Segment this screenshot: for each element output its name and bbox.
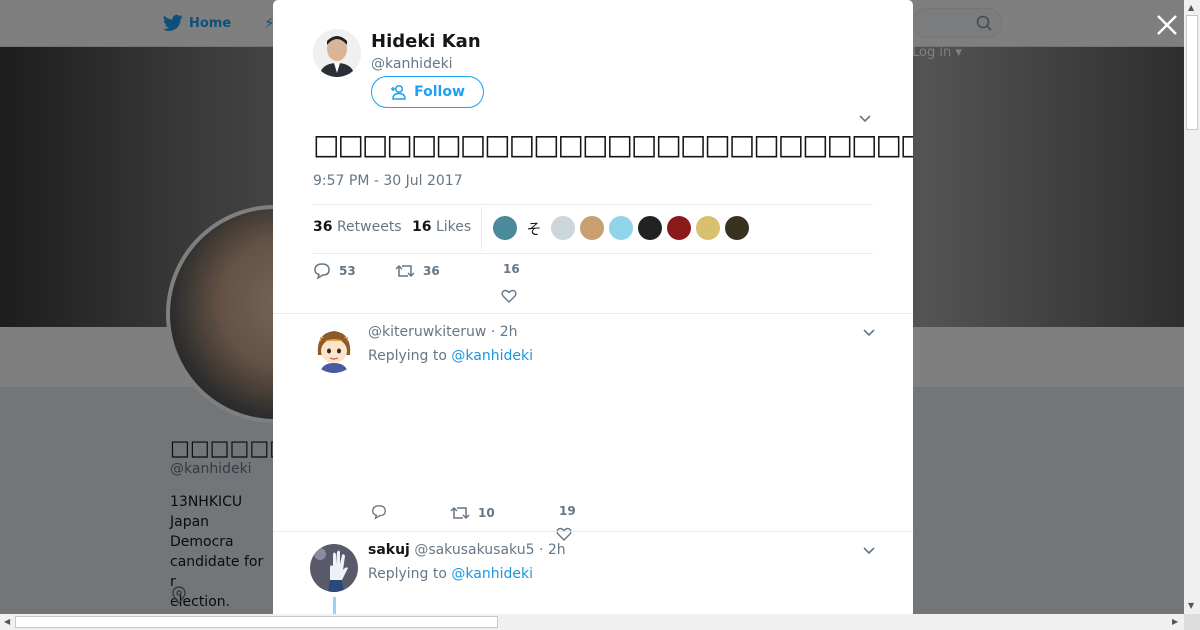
replying-to-link[interactable]: @kanhideki [451, 348, 533, 364]
retweet-button[interactable]: 10 [450, 504, 495, 522]
liker-glyph: そ [526, 219, 542, 238]
likes-stat[interactable]: 16 Likes [412, 219, 471, 235]
hand-photo-icon [310, 544, 358, 592]
likes-count: 16 [412, 219, 432, 235]
liker-avatar-5-icon[interactable] [609, 216, 633, 240]
liker-avatar-1-icon[interactable] [493, 216, 517, 240]
retweets-stat[interactable]: 36 Retweets [313, 219, 402, 235]
like-button[interactable]: 19 [559, 504, 576, 518]
author-avatar[interactable] [313, 29, 361, 77]
scroll-right-icon[interactable]: ▶ [1172, 617, 1178, 626]
retweet-button[interactable]: 36 [395, 262, 440, 280]
author-handle[interactable]: @kanhideki [371, 56, 453, 72]
like-count: 16 [503, 262, 520, 276]
reply-handle[interactable]: @kiteruwkiteruw [368, 324, 486, 340]
vertical-scrollbar[interactable]: ▲ ▼ [1184, 0, 1200, 614]
reply-handle[interactable]: @sakusakusaku5 [414, 542, 534, 558]
reply-tweet[interactable]: @kiteruwkiteruw · 2h Replying to @kanhid… [273, 314, 913, 541]
reply-icon [372, 505, 386, 520]
reply-count: 53 [339, 264, 356, 278]
tweet-stats: 36 Retweets 16 Likes そ [313, 204, 873, 254]
reply-tweet[interactable]: sakuj @sakusakusaku5 · 2h Replying to @k… [273, 532, 913, 614]
replying-prefix: Replying to [368, 348, 447, 364]
like-count: 19 [559, 504, 576, 518]
stats-divider [481, 207, 482, 251]
anime-avatar-icon [310, 325, 358, 373]
likers-list: そ [493, 216, 749, 240]
scroll-left-icon[interactable]: ◀ [4, 617, 10, 626]
retweets-count: 36 [313, 219, 333, 235]
horizontal-scrollbar[interactable]: ◀ ▶ [0, 614, 1184, 630]
follow-button[interactable]: Follow [371, 76, 484, 108]
retweet-icon [395, 264, 415, 278]
reply-avatar[interactable] [310, 544, 358, 592]
reply-time[interactable]: · 2h [539, 542, 566, 558]
author-photo-icon [313, 29, 361, 77]
replying-prefix: Replying to [368, 566, 447, 582]
reply-name[interactable]: sakuj [368, 542, 410, 558]
scroll-up-icon[interactable]: ▲ [1188, 3, 1194, 12]
chevron-down-icon[interactable] [857, 110, 873, 126]
tweet-text: □□□□□□□□□□□□□□□□□□□□□□□□□□□□□□□□□□□□□□□□… [313, 128, 913, 161]
chevron-down-icon[interactable] [861, 542, 877, 558]
reply-header: @kiteruwkiteruw · 2h [368, 324, 518, 340]
liker-avatar-2-icon[interactable]: そ [522, 216, 546, 240]
replying-to: Replying to @kanhideki [368, 348, 533, 364]
retweet-count: 10 [478, 506, 495, 520]
reply-button[interactable] [371, 504, 395, 520]
chevron-down-icon[interactable] [861, 324, 877, 340]
reply-icon [314, 263, 330, 280]
tweet-actions: 53 36 16 [313, 262, 873, 304]
reply-avatar[interactable] [310, 325, 358, 373]
reply-header: sakuj @sakusakusaku5 · 2h [368, 542, 566, 558]
replying-to: Replying to @kanhideki [368, 566, 533, 582]
scroll-down-icon[interactable]: ▼ [1188, 601, 1194, 610]
liker-avatar-7-icon[interactable] [667, 216, 691, 240]
reply-time[interactable]: · 2h [491, 324, 518, 340]
tweet-modal: Hideki Kan @kanhideki Follow □□□□□□□□□□□… [273, 0, 913, 614]
follow-label: Follow [414, 84, 465, 100]
vertical-scroll-thumb[interactable] [1186, 15, 1198, 130]
heart-icon[interactable] [501, 288, 517, 304]
reply-button[interactable]: 53 [313, 262, 356, 280]
retweet-icon [450, 506, 470, 520]
likes-label: Likes [435, 219, 472, 235]
replying-to-link[interactable]: @kanhideki [451, 566, 533, 582]
scrollbar-corner [1184, 614, 1200, 630]
liker-avatar-8-icon[interactable] [696, 216, 720, 240]
follow-person-icon [391, 84, 406, 100]
liker-avatar-6-icon[interactable] [638, 216, 662, 240]
retweets-label: Retweets [336, 219, 402, 235]
liker-avatar-3-icon[interactable] [551, 216, 575, 240]
like-count-button[interactable]: 16 [503, 262, 520, 276]
tweet-timestamp[interactable]: 9:57 PM - 30 Jul 2017 [313, 173, 463, 189]
liker-avatar-4-icon[interactable] [580, 216, 604, 240]
horizontal-scroll-thumb[interactable] [15, 616, 498, 628]
close-icon[interactable] [1155, 13, 1179, 37]
author-name[interactable]: Hideki Kan [371, 31, 481, 52]
thread-line [333, 597, 336, 614]
retweet-count: 36 [423, 264, 440, 278]
liker-avatar-9-icon[interactable] [725, 216, 749, 240]
